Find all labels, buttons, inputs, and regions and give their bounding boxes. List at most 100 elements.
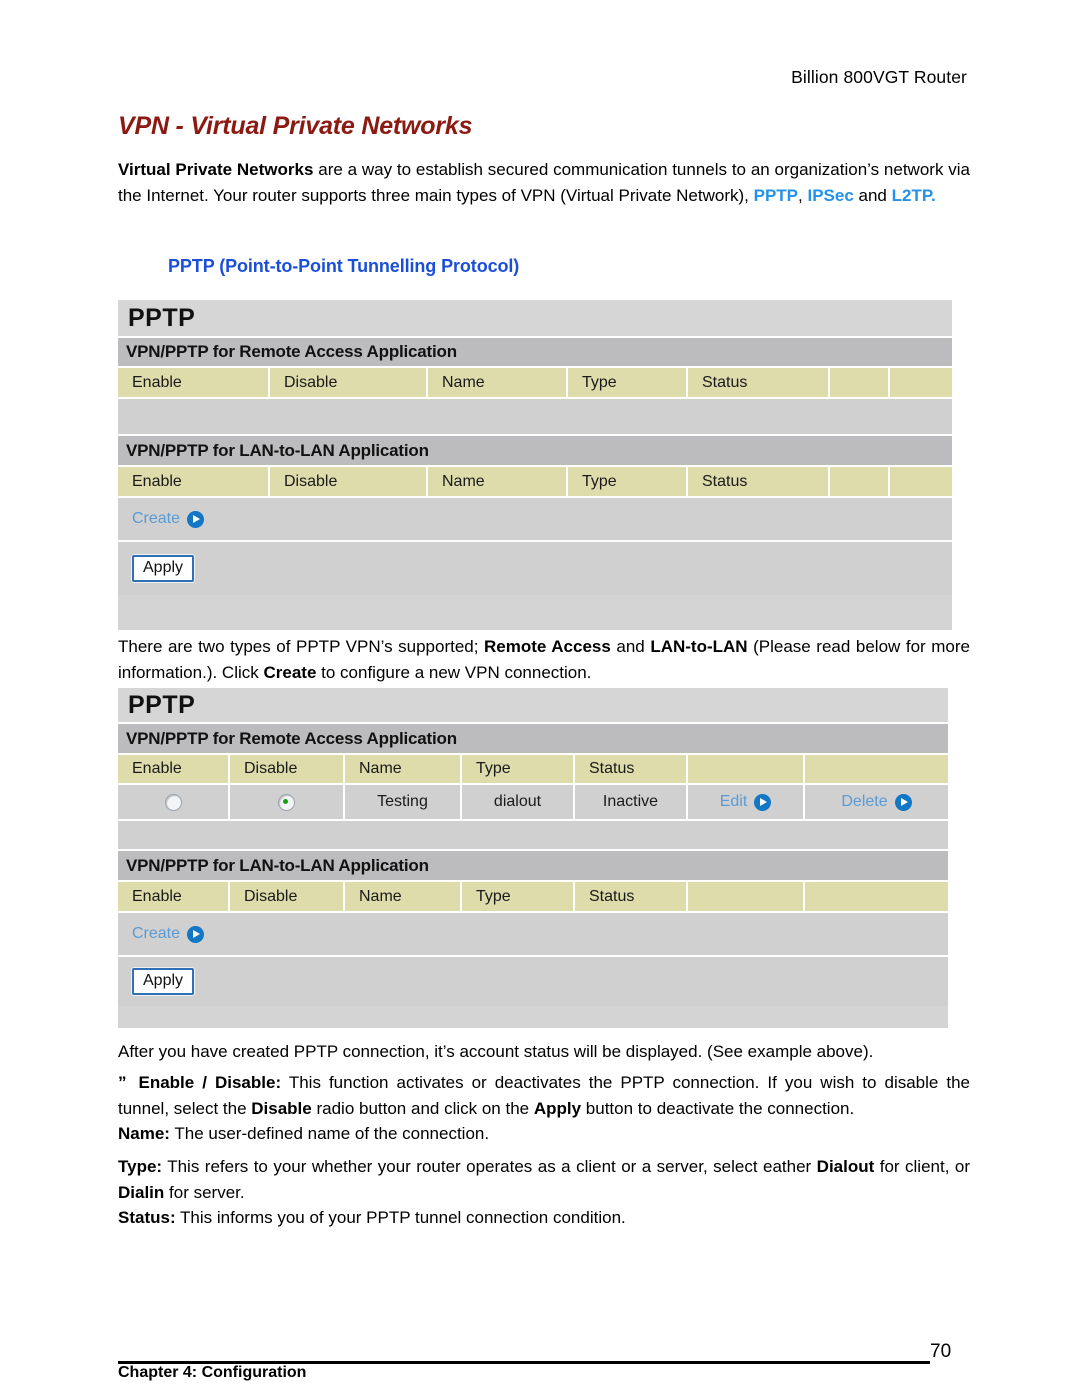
column-header-type: Type (462, 882, 575, 911)
column-header-type: Type (568, 368, 688, 397)
column-header-disable: Disable (270, 467, 428, 496)
table-header-remote-access: Enable Disable Name Type Status (118, 755, 948, 785)
enable-disable-c: button to deactivate the connection. (581, 1099, 855, 1118)
column-header-name: Name (428, 368, 568, 397)
bullet-glyph: ” (118, 1073, 128, 1092)
panel-title: PPTP (118, 300, 952, 338)
edit-link[interactable]: Edit (720, 793, 772, 811)
create-link[interactable]: Create (132, 510, 205, 528)
create-bar: Create (118, 913, 948, 957)
column-header-action-1 (688, 882, 805, 911)
section-heading-pptp: PPTP (Point-to-Point Tunnelling Protocol… (168, 256, 520, 276)
arrow-right-icon (187, 510, 205, 528)
section-header-lan-to-lan: VPN/PPTP for LAN-to-LAN Application (118, 851, 948, 882)
apply-button[interactable]: Apply (132, 968, 195, 995)
column-header-status: Status (575, 882, 688, 911)
paragraph-type: Type: This refers to your whether your r… (118, 1154, 970, 1206)
paragraph-after-created: After you have created PPTP connection, … (118, 1042, 874, 1061)
apply-bar: Apply (118, 957, 948, 1006)
term-type: Type: (118, 1157, 163, 1176)
ptypes-lan-to-lan: LAN-to-LAN (650, 637, 748, 656)
column-header-enable: Enable (118, 755, 230, 783)
create-link[interactable]: Create (132, 925, 205, 943)
type-a: This refers to your whether your router … (162, 1157, 817, 1176)
ptypes-e: to configure a new VPN connection. (316, 663, 592, 682)
cell-status: Inactive (575, 785, 688, 819)
intro-keyword-l2tp: L2TP. (891, 186, 936, 205)
status-text: This informs you of your PPTP tunnel con… (175, 1208, 626, 1227)
column-header-action-2 (805, 882, 948, 911)
column-header-disable: Disable (230, 755, 345, 783)
ptypes-a: There are two types of PPTP VPN’s suppor… (118, 637, 485, 656)
create-link-label: Create (132, 510, 181, 527)
section-header-remote-access: VPN/PPTP for Remote Access Application (118, 724, 948, 755)
disable-radio[interactable] (278, 793, 295, 811)
column-header-action-2 (890, 368, 952, 397)
apply-button[interactable]: Apply (132, 555, 195, 582)
kw-dialout: Dialout (816, 1157, 875, 1176)
type-b: for client, or (874, 1157, 970, 1176)
apply-bar: Apply (118, 542, 952, 595)
column-header-action-2 (890, 467, 952, 496)
document-page: Billion 800VGT Router VPN - Virtual Priv… (0, 0, 1080, 1397)
paragraph-status: Status: This informs you of your PPTP tu… (118, 1205, 970, 1231)
term-enable-disable: Enable / Disable: (138, 1073, 282, 1092)
arrow-right-icon (187, 925, 205, 943)
cell-name: Testing (345, 785, 462, 819)
intro-paragraph: Virtual Private Networks are a way to es… (118, 157, 970, 209)
cell-edit[interactable]: Edit (688, 785, 805, 819)
table-header-lan-to-lan: Enable Disable Name Type Status (118, 467, 952, 498)
column-header-action-1 (830, 368, 890, 397)
cell-type: dialout (462, 785, 575, 819)
kw-apply: Apply (533, 1099, 582, 1118)
pptp-panel-filled: PPTP VPN/PPTP for Remote Access Applicat… (118, 688, 948, 1028)
column-header-type: Type (462, 755, 575, 783)
table-header-lan-to-lan: Enable Disable Name Type Status (118, 882, 948, 913)
delete-link[interactable]: Delete (841, 793, 912, 811)
column-header-status: Status (688, 467, 830, 496)
pptp-panel-empty: PPTP VPN/PPTP for Remote Access Applicat… (118, 300, 952, 630)
column-header-name: Name (345, 755, 462, 783)
column-header-status: Status (575, 755, 688, 783)
column-header-disable: Disable (270, 368, 428, 397)
enable-radio[interactable] (164, 793, 182, 811)
column-header-status: Status (688, 368, 830, 397)
ptypes-c: and (610, 637, 651, 656)
type-c: for server. (164, 1183, 245, 1202)
column-header-enable: Enable (118, 467, 270, 496)
kw-dialin: Dialin (118, 1183, 165, 1202)
cell-disable[interactable] (230, 785, 345, 819)
enable-disable-b: radio button and click on the (311, 1099, 534, 1118)
paragraph-pptp-types: There are two types of PPTP VPN’s suppor… (118, 634, 970, 686)
create-link-label: Create (132, 925, 181, 942)
footer-chapter: Chapter 4: Configuration (118, 1364, 307, 1381)
column-header-enable: Enable (118, 368, 270, 397)
edit-link-label: Edit (719, 793, 748, 810)
delete-link-label: Delete (841, 793, 888, 810)
section-header-remote-access: VPN/PPTP for Remote Access Application (118, 338, 952, 368)
cell-delete[interactable]: Delete (805, 785, 948, 819)
term-status: Status: (118, 1208, 176, 1227)
running-header: Billion 800VGT Router (791, 67, 967, 87)
column-header-enable: Enable (118, 882, 230, 911)
ptypes-remote-access: Remote Access (484, 637, 611, 656)
kw-disable: Disable (251, 1099, 312, 1118)
column-header-action-2 (805, 755, 948, 783)
arrow-right-icon (894, 793, 912, 811)
paragraph-name: Name: The user-defined name of the conne… (118, 1121, 970, 1147)
paragraph-enable-disable: ” Enable / Disable: This function activat… (118, 1070, 970, 1122)
remote-access-empty-body (118, 399, 952, 436)
section-header-lan-to-lan: VPN/PPTP for LAN-to-LAN Application (118, 436, 952, 467)
table-header-remote-access: Enable Disable Name Type Status (118, 368, 952, 399)
footer-page-number: 70 (930, 1341, 952, 1362)
cell-enable[interactable] (118, 785, 230, 819)
column-header-name: Name (345, 882, 462, 911)
column-header-action-1 (830, 467, 890, 496)
ptypes-create: Create (263, 663, 317, 682)
remote-access-spacer (118, 821, 948, 851)
term-name: Name: (118, 1124, 170, 1143)
column-header-name: Name (428, 467, 568, 496)
panel-title: PPTP (118, 688, 948, 724)
intro-sep-2: and (853, 186, 892, 205)
page-title: VPN - Virtual Private Networks (118, 112, 473, 140)
